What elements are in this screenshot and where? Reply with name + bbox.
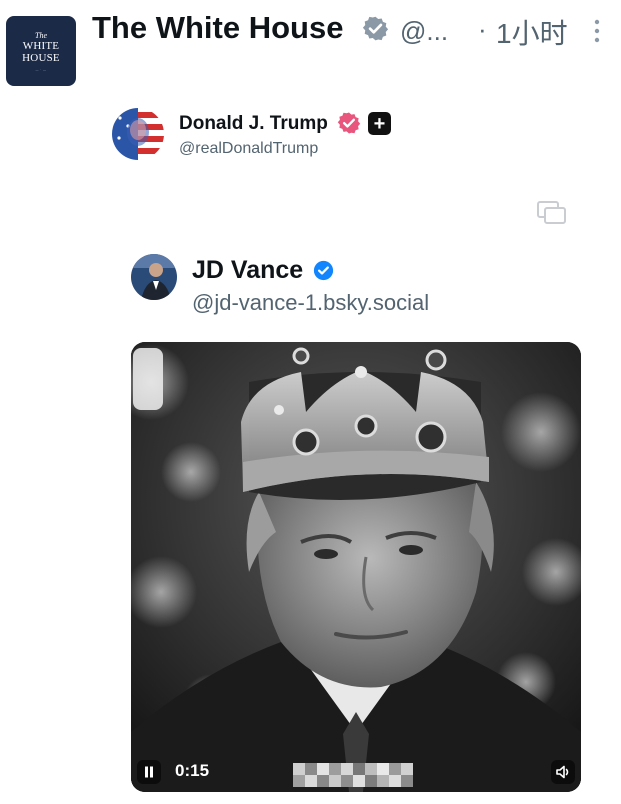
- mosaic-watermark: [293, 757, 423, 787]
- account-handle[interactable]: @...: [400, 16, 448, 47]
- jd-vance-avatar[interactable]: [131, 254, 177, 300]
- volume-icon[interactable]: [551, 760, 575, 784]
- verified-badge-pink-icon: [337, 112, 361, 134]
- verified-badge-blue-icon: [313, 260, 334, 281]
- logo-text-white: WHITE: [22, 39, 60, 52]
- account-name[interactable]: The White House: [92, 10, 343, 46]
- separator-dot: ·: [478, 14, 487, 44]
- quoted-author-name[interactable]: Donald J. Trump: [179, 113, 328, 135]
- nested-author-name[interactable]: JD Vance: [192, 256, 303, 285]
- more-vertical-icon[interactable]: [592, 17, 602, 45]
- logo-text-the: The: [35, 30, 47, 40]
- plus-badge: +: [368, 112, 391, 135]
- verified-badge-icon: [362, 16, 389, 41]
- logo-text-house: HOUSE: [22, 51, 60, 64]
- trump-avatar[interactable]: [112, 108, 164, 160]
- white-house-avatar[interactable]: The WHITE HOUSE — · —: [6, 16, 76, 86]
- post-time[interactable]: 1小时: [496, 12, 568, 52]
- nested-author-handle[interactable]: @jd-vance-1.bsky.social: [192, 290, 429, 316]
- logo-underline: — · —: [35, 67, 47, 72]
- video-elapsed-time: 0:15: [175, 761, 210, 780]
- cross-post-media-icon[interactable]: [537, 201, 567, 225]
- video-player[interactable]: [131, 342, 581, 792]
- quoted-author-handle[interactable]: @realDonaldTrump: [179, 140, 318, 158]
- pause-icon[interactable]: [137, 760, 161, 784]
